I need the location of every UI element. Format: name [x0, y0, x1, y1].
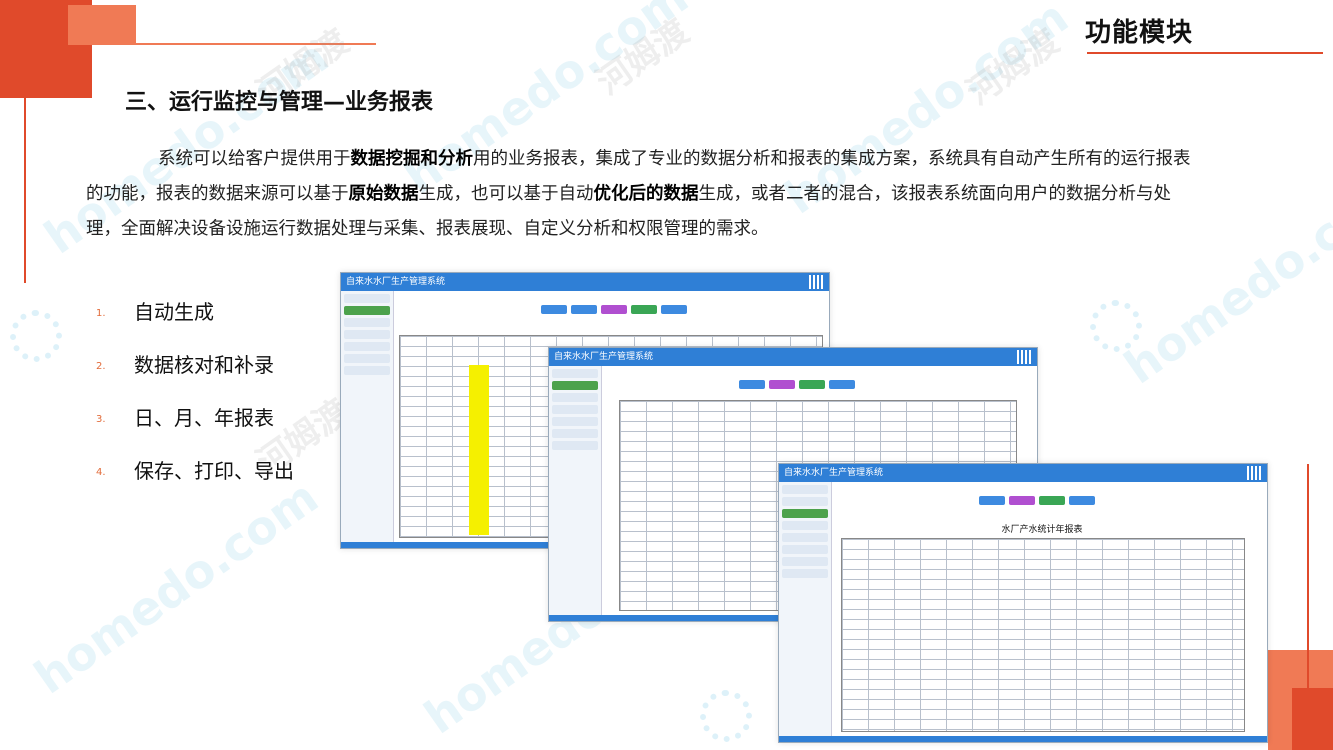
- list-label: 保存、打印、导出: [134, 459, 294, 483]
- page-title: 功能模块: [1085, 18, 1194, 48]
- qr-code-icon: [1247, 466, 1261, 480]
- screenshot-toolbar: [541, 299, 823, 314]
- watermark-flower-icon: [10, 310, 62, 362]
- list-label: 日、月、年报表: [134, 406, 274, 430]
- qr-code-icon: [809, 275, 823, 289]
- list-label: 自动生成: [134, 300, 214, 324]
- screenshot-toolbar: [739, 374, 1031, 389]
- watermark-flower-icon: [700, 690, 752, 742]
- list-number: 3.: [96, 414, 106, 425]
- screenshot-sidebar: [549, 366, 602, 621]
- title-underline: [1087, 52, 1323, 54]
- right-line: [1307, 464, 1309, 689]
- list-number: 2.: [96, 361, 106, 372]
- list-label: 数据核对和补录: [134, 353, 274, 377]
- corner-line-top: [136, 43, 376, 45]
- list-number: 1.: [96, 308, 106, 319]
- screenshot-table: [841, 538, 1245, 732]
- table-title: 水厂产水统计年报表: [1001, 525, 1083, 535]
- watermark-flower-icon: [1090, 300, 1142, 352]
- report-screenshot: 自来水水厂生产管理系统 水厂产水统计年报表: [778, 463, 1268, 743]
- screenshot-title: 自来水水厂生产管理系统: [346, 277, 446, 287]
- qr-code-icon: [1017, 350, 1031, 364]
- highlight-column: [469, 365, 489, 535]
- corner-line-left: [24, 98, 26, 283]
- screenshot-title: 自来水水厂生产管理系统: [784, 468, 884, 478]
- list-number: 4.: [96, 467, 106, 478]
- screenshot-title-bar: 自来水水厂生产管理系统: [779, 464, 1267, 482]
- screenshot-sidebar: [341, 291, 394, 548]
- corner-block-light: [68, 5, 136, 45]
- watermark-text-cn: 河姆渡: [589, 11, 697, 104]
- screenshot-title-bar: 自来水水厂生产管理系统: [549, 348, 1037, 366]
- watermark-text: homedo.com: [24, 469, 328, 705]
- screenshot-sidebar: [779, 482, 832, 742]
- bottom-right-block-dark: [1292, 688, 1333, 750]
- watermark-text-cn: 河姆渡: [959, 21, 1067, 114]
- screenshot-title-bar: 自来水水厂生产管理系统: [341, 273, 829, 291]
- screenshot-toolbar: [979, 490, 1261, 505]
- screenshot-title: 自来水水厂生产管理系统: [554, 352, 654, 362]
- body-paragraph: 系统可以给客户提供用于数据挖掘和分析用的业务报表，集成了专业的数据分析和报表的集…: [86, 149, 1191, 239]
- section-title: 三、运行监控与管理—业务报表: [125, 90, 434, 115]
